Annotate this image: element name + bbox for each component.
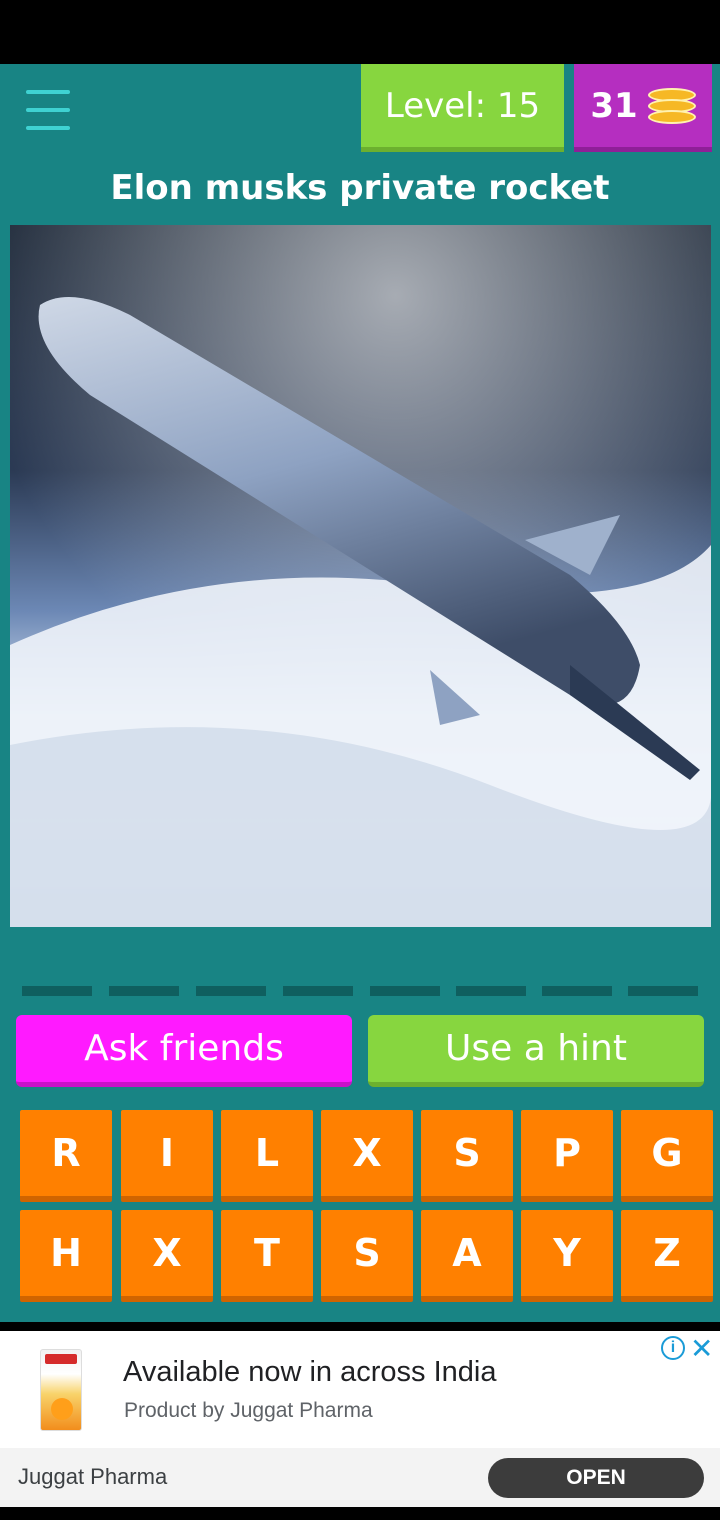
ad-product-image [40,1349,82,1431]
letter-key[interactable]: X [321,1110,413,1202]
answer-slot [628,986,698,996]
ad-subtitle: Product by Juggat Pharma [124,1399,373,1422]
hamburger-menu-icon[interactable] [26,90,70,134]
answer-slot [196,986,266,996]
ask-friends-button[interactable]: Ask friends [16,1015,352,1087]
coins-badge[interactable]: 31 [574,64,712,152]
letter-key[interactable]: H [20,1210,112,1302]
close-icon[interactable]: ✕ [690,1332,713,1365]
ad-footer: Juggat Pharma OPEN [0,1448,720,1507]
status-bar [0,0,720,64]
ad-title[interactable]: Available now in across India [123,1356,496,1389]
letter-key[interactable]: Z [621,1210,713,1302]
answer-slot [542,986,612,996]
letter-key[interactable]: G [621,1110,713,1202]
level-text: Level: 15 [384,85,541,126]
question-text: Elon musks private rocket [110,168,610,208]
rocket-in-orbit-photo [10,225,711,927]
level-badge: Level: 15 [361,64,564,152]
coins-count: 31 [590,85,638,126]
letter-key[interactable]: I [121,1110,213,1202]
answer-slot [109,986,179,996]
letter-key[interactable]: S [421,1110,513,1202]
ad-advertiser: Juggat Pharma [18,1464,168,1489]
letter-key[interactable]: Y [521,1210,613,1302]
game-screen: Level: 15 31 Elon musks private rocket A… [0,64,720,1322]
answer-slot [283,986,353,996]
use-hint-button[interactable]: Use a hint [368,1015,704,1087]
letter-key[interactable]: P [521,1110,613,1202]
answer-slot [456,986,526,996]
ad-banner[interactable]: Available now in across India Product by… [0,1331,720,1507]
ad-open-button[interactable]: OPEN [488,1458,704,1498]
answer-slots [22,986,698,998]
info-icon[interactable]: i [661,1336,685,1360]
coin-stack-icon [647,86,696,126]
letter-key[interactable]: L [221,1110,313,1202]
letter-key[interactable]: T [221,1210,313,1302]
letter-key[interactable]: S [321,1210,413,1302]
letter-key[interactable]: X [121,1210,213,1302]
letter-key[interactable]: R [20,1110,112,1202]
letter-key[interactable]: A [421,1210,513,1302]
navigation-bar [0,1507,720,1520]
answer-slot [370,986,440,996]
answer-slot [22,986,92,996]
